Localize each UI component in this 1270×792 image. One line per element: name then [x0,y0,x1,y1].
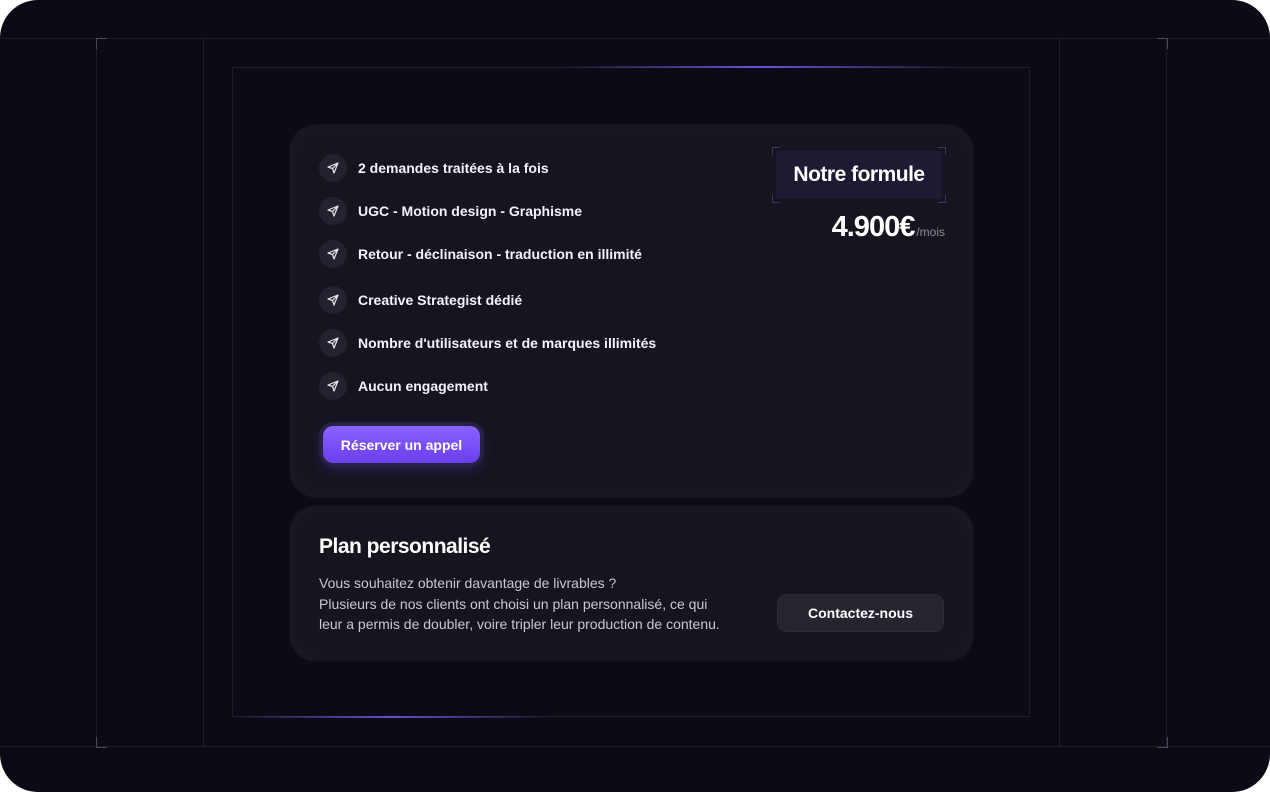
book-call-button[interactable]: Réserver un appel [323,426,480,463]
price-unit: /mois [916,225,945,239]
badge-corner [938,195,946,203]
corner-mark-bottom-left [96,737,107,748]
badge-corner [772,195,780,203]
grid-line-right-inner [1059,38,1060,747]
feature-label: Nombre d'utilisateurs et de marques illi… [358,335,657,351]
send-icon [319,197,347,225]
send-icon [319,154,347,182]
grid-line-top [0,38,1270,39]
corner-mark-top-right [1157,38,1168,49]
feature-label: UGC - Motion design - Graphisme [358,203,583,219]
grid-line-bottom [0,746,1270,747]
price: 4.900€ /mois [832,211,945,244]
accent-glow-bottom [232,716,552,718]
feature-item: UGC - Motion design - Graphisme [319,197,582,225]
description-line: Plusieurs de nos clients ont choisi un p… [319,595,708,612]
send-icon [319,329,347,357]
corner-mark-top-left [96,38,107,49]
feature-label: 2 demandes traitées à la fois [358,160,549,176]
send-icon [319,286,347,314]
pricing-card: 2 demandes traitées à la fois UGC - Moti… [290,125,973,497]
custom-plan-title: Plan personnalisé [319,535,491,558]
custom-plan-card: Plan personnalisé Vous souhaitez obtenir… [290,506,973,661]
accent-glow-top [560,66,960,68]
feature-item: Retour - déclinaison - traduction en ill… [319,240,642,268]
custom-plan-description: Vous souhaitez obtenir davantage de livr… [319,573,759,635]
description-line: leur a permis de doubler, voire tripler … [319,616,720,632]
grid-line-right-outer [1166,38,1167,747]
badge-label: Notre formule [793,163,925,186]
badge-corner [772,147,780,155]
feature-item: Creative Strategist dédié [319,286,522,314]
contact-button[interactable]: Contactez-nous [777,594,944,632]
feature-label: Creative Strategist dédié [358,292,523,308]
feature-item: Nombre d'utilisateurs et de marques illi… [319,329,656,357]
feature-label: Retour - déclinaison - traduction en ill… [358,246,642,262]
plan-badge: Notre formule [772,147,946,203]
grid-line-left-inner [203,38,204,747]
description-line: Vous souhaitez obtenir davantage de livr… [319,575,617,591]
feature-item: Aucun engagement [319,372,488,400]
grid-line-left-outer [96,38,97,747]
price-value: 4.900€ [831,211,916,243]
app-frame: 2 demandes traitées à la fois UGC - Moti… [0,0,1270,792]
badge-corner [938,147,946,155]
send-icon [319,240,347,268]
corner-mark-bottom-right [1157,737,1168,748]
feature-item: 2 demandes traitées à la fois [319,154,549,182]
send-icon [319,372,347,400]
feature-label: Aucun engagement [358,378,488,394]
